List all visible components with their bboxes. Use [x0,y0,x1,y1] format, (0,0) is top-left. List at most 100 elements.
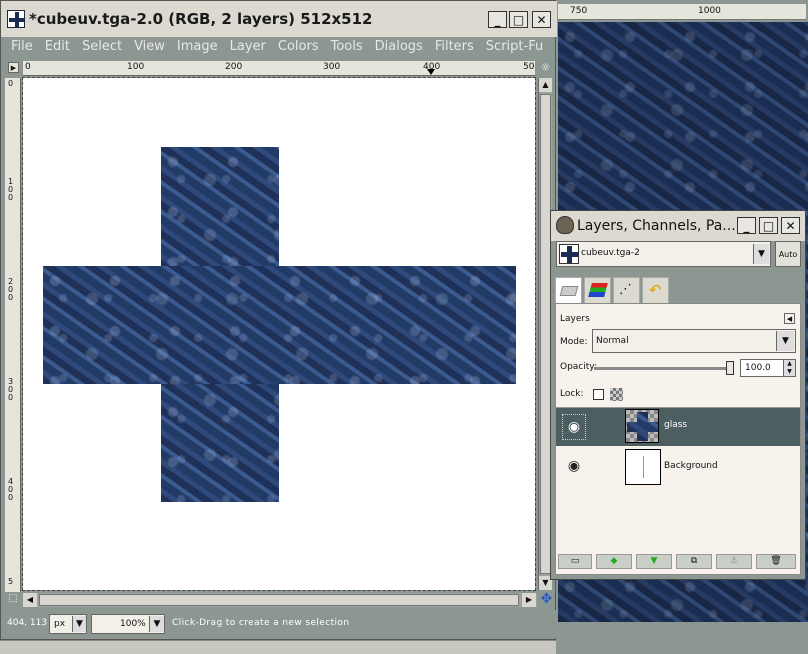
bg-top-ruler: 750 1000 [558,4,806,20]
scroll-right-icon[interactable]: ▶ [522,593,536,607]
unit-value: px [54,619,66,629]
channels-tab-icon [588,283,608,297]
image-menu-arrow-icon[interactable]: ▶ [8,62,19,73]
tab-paths[interactable]: ⋰ [613,277,640,303]
pointer-marker-icon [427,69,435,75]
image-canvas[interactable] [22,77,536,591]
quickmask-icon[interactable]: ☼ [539,61,552,74]
menu-script-fu[interactable]: Script-Fu [486,37,543,57]
layer-name-background: Background [664,461,718,471]
layers-maximize-icon[interactable]: □ [759,217,778,234]
layer-row-glass[interactable]: ◉ glass [556,408,800,446]
anchor-layer-button[interactable]: ⚓ [716,554,752,569]
layers-dialog: Layers, Channels, Pa... _ □ ✕ cubeuv.tga… [550,210,806,580]
hruler-500: 50 [523,62,535,72]
selection-toggle-icon[interactable]: ⬚ [6,593,20,607]
auto-button[interactable]: Auto [775,241,801,267]
menu-view[interactable]: View [134,37,165,57]
opacity-slider-thumb[interactable] [726,361,734,375]
tab-channels[interactable] [584,277,611,303]
layer-list: ◉ glass ◉ Background [556,407,800,547]
delete-layer-button[interactable]: 🗑 [756,554,796,569]
status-bar: 404, 113 px ▼ 100% ▼ Click-Drag to creat… [1,610,557,638]
horizontal-scroll-thumb[interactable] [39,594,519,606]
opacity-value: 100.0 [745,363,771,373]
hruler-100: 100 [127,62,145,72]
cube-cross-horizontal [43,266,516,384]
status-message: Click-Drag to create a new selection [172,618,350,628]
gimp-app-icon [7,10,25,28]
navigate-icon[interactable]: ✥ [539,592,554,607]
lower-layer-button[interactable]: ▼ [636,554,672,569]
opacity-label: Opacity: [560,362,597,372]
layer-name-glass: glass [664,420,688,430]
scroll-up-icon[interactable]: ▲ [539,78,552,92]
opacity-spinbox[interactable]: 100.0 ▲ ▼ [740,359,796,377]
tab-layers[interactable] [555,277,582,303]
menu-filters[interactable]: Filters [435,37,474,57]
auto-label: Auto [778,250,798,259]
layers-close-icon[interactable]: ✕ [781,217,800,234]
vruler-500: 5 [8,577,14,586]
image-select[interactable]: cubeuv.tga-2 ▼ [556,241,771,267]
mode-dropdown-icon[interactable]: ▼ [776,331,794,351]
layer-thumb-glass [625,409,659,443]
gimp-mascot-icon [556,216,574,234]
vertical-ruler: 0 1 0 0 2 0 0 3 0 0 4 0 0 5 [5,78,21,592]
unit-dropdown-icon[interactable]: ▼ [72,616,86,632]
bg-ruler-label-1000: 1000 [698,6,721,16]
mode-value: Normal [596,336,629,346]
duplicate-layer-button[interactable]: ⧉ [676,554,712,569]
lock-alpha-checkbox[interactable] [593,389,604,400]
bottom-strip [0,640,556,654]
image-window: *cubeuv.tga-2.0 (RGB, 2 layers) 512x512 … [0,0,557,640]
mode-label: Mode: [560,337,588,347]
vruler-200: 2 0 0 [8,277,14,302]
vruler-400: 4 0 0 [8,477,14,502]
horizontal-scrollbar[interactable]: ◀ ▶ [23,593,537,607]
close-icon[interactable]: ✕ [532,11,551,28]
horizontal-ruler: 0 100 200 300 400 50 [23,61,535,76]
visibility-eye-icon-bg[interactable]: ◉ [562,454,586,480]
new-layer-button[interactable]: ▭ [558,554,592,569]
unit-select[interactable]: px ▼ [49,614,87,634]
zoom-select[interactable]: 100% ▼ [91,614,165,634]
opacity-slider[interactable] [594,361,734,375]
layers-minimize-icon[interactable]: _ [737,217,756,234]
title-bar[interactable]: *cubeuv.tga-2.0 (RGB, 2 layers) 512x512 … [1,1,557,37]
menu-edit[interactable]: Edit [45,37,70,57]
menu-colors[interactable]: Colors [278,37,319,57]
image-thumb-icon [559,244,579,264]
vruler-0: 0 [8,79,14,88]
image-dropdown-icon[interactable]: ▼ [753,244,769,264]
zoom-dropdown-icon[interactable]: ▼ [149,616,164,632]
menu-image[interactable]: Image [177,37,218,57]
panel-menu-arrow-icon[interactable]: ◀ [784,313,795,324]
scroll-left-icon[interactable]: ◀ [23,593,37,607]
menu-tools[interactable]: Tools [331,37,363,57]
undo-tab-icon: ↶ [649,281,662,299]
raise-layer-button[interactable]: ◆ [596,554,632,569]
hruler-0: 0 [25,62,31,72]
menu-file[interactable]: File [11,37,33,57]
vruler-300: 3 0 0 [8,377,14,402]
layer-buttons: ▭ ◆ ▼ ⧉ ⚓ 🗑 [556,552,800,572]
layer-row-background[interactable]: ◉ Background [556,447,800,487]
menu-select[interactable]: Select [82,37,122,57]
visibility-eye-icon[interactable]: ◉ [562,414,586,440]
bg-ruler-label-750: 750 [570,6,588,16]
layers-title-bar[interactable]: Layers, Channels, Pa... _ □ ✕ [551,211,805,241]
minimize-icon[interactable]: _ [488,11,507,28]
opacity-spin-icon[interactable]: ▲ ▼ [783,360,795,376]
mode-select[interactable]: Normal ▼ [592,329,796,353]
menu-dialogs[interactable]: Dialogs [375,37,423,57]
paths-tab-icon: ⋰ [619,282,632,297]
maximize-icon[interactable]: □ [509,11,528,28]
lock-label: Lock: [560,389,584,399]
zoom-value: 100% [120,619,146,629]
hruler-300: 300 [323,62,341,72]
window-title: *cubeuv.tga-2.0 (RGB, 2 layers) 512x512 [29,10,373,28]
tab-undo[interactable]: ↶ [642,277,669,303]
menu-layer[interactable]: Layer [230,37,266,57]
layers-tab-icon [559,286,579,296]
